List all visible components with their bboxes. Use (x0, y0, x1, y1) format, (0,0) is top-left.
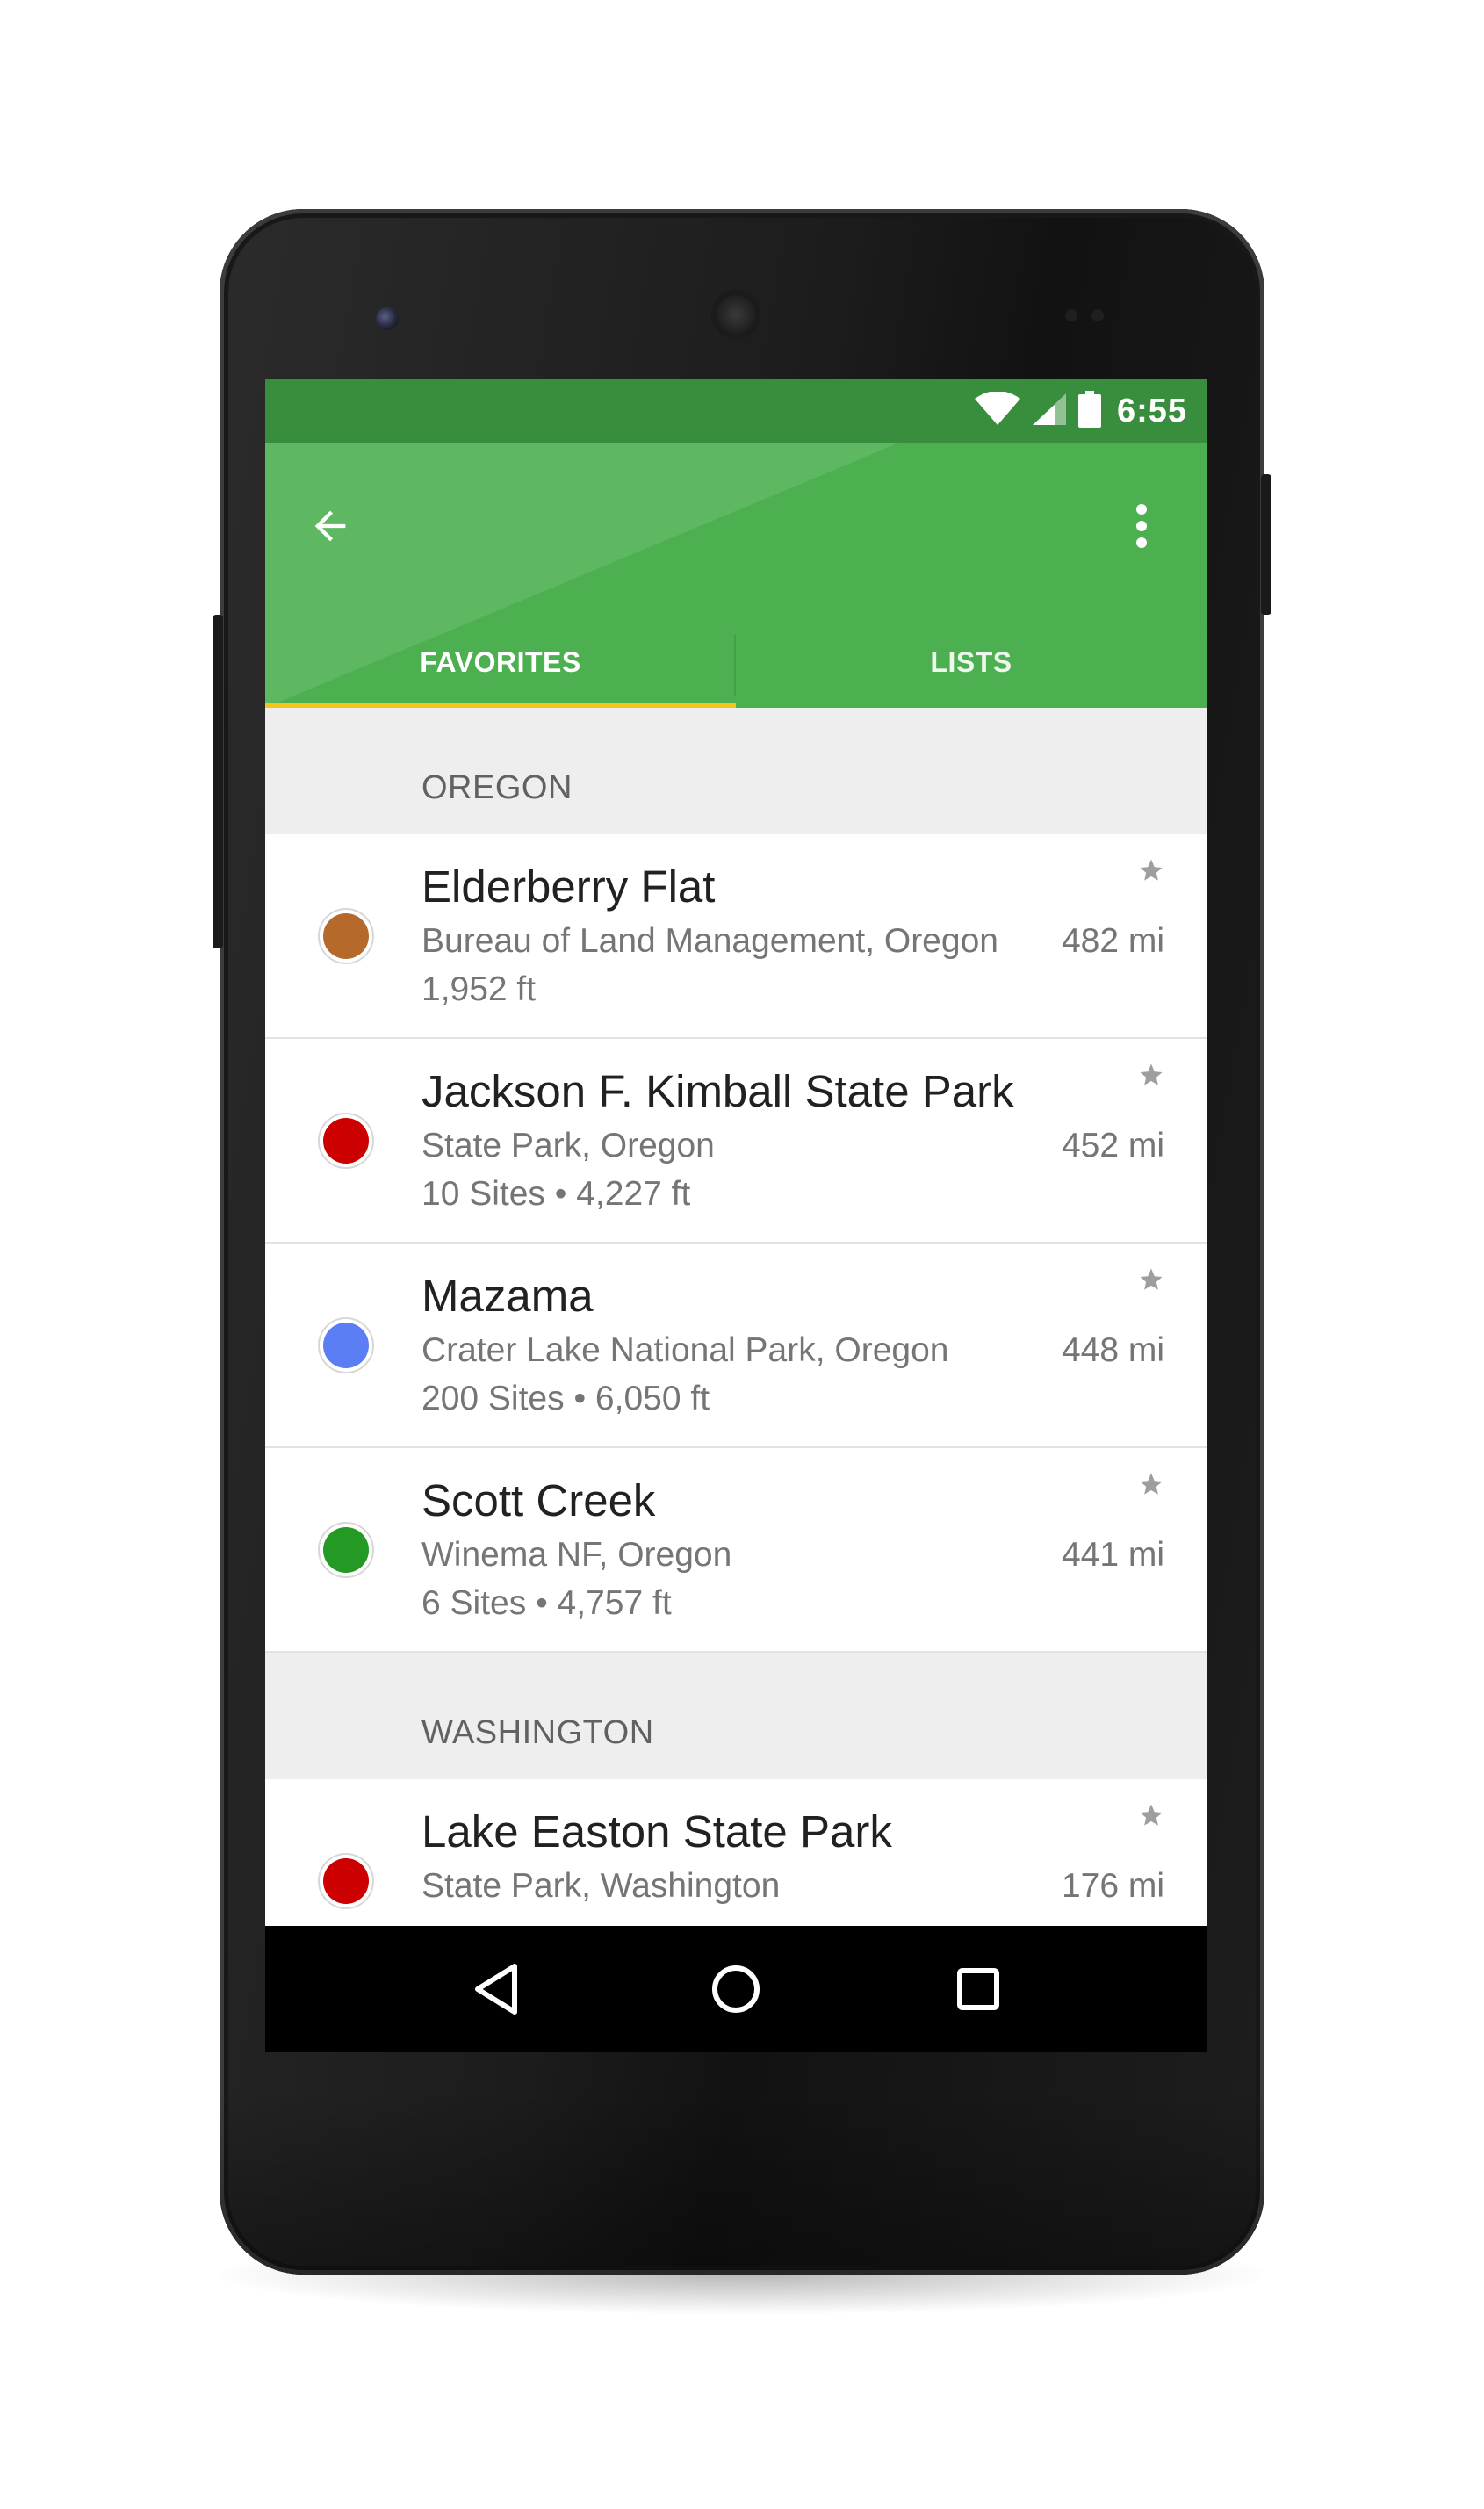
category-dot (318, 1853, 374, 1909)
category-dot-fill (323, 913, 369, 959)
more-vert-icon (1136, 504, 1147, 548)
star-icon[interactable] (1136, 1800, 1166, 1830)
nav-back-button[interactable] (465, 1957, 529, 2021)
volume-button (213, 615, 223, 948)
item-meta: 200 Sites • 6,050 ft (421, 1380, 710, 1417)
item-distance: 448 mi (1061, 1331, 1164, 1369)
section-header-washington: WASHINGTON (265, 1653, 1207, 1779)
overflow-menu-button[interactable] (1115, 500, 1168, 552)
list-item[interactable]: Elderberry Flat Bureau of Land Managemen… (265, 834, 1207, 1039)
category-dot-fill (323, 1323, 369, 1368)
power-button (1261, 474, 1271, 615)
category-dot (318, 1113, 374, 1169)
item-title: Jackson F. Kimball State Park (421, 1066, 1014, 1116)
item-distance: 452 mi (1061, 1127, 1164, 1164)
item-subtitle: State Park, Oregon (421, 1127, 715, 1164)
status-time: 6:55 (1116, 392, 1187, 429)
item-title: Scott Creek (421, 1475, 656, 1525)
item-subtitle: Crater Lake National Park, Oregon (421, 1331, 949, 1369)
section-header-oregon: OREGON (265, 708, 1207, 834)
star-icon[interactable] (1136, 1265, 1166, 1294)
tab-lists[interactable]: LISTS (736, 617, 1207, 708)
nav-home-icon (712, 1965, 760, 2013)
arrow-back-icon (314, 510, 346, 542)
star-icon[interactable] (1136, 855, 1166, 885)
category-dot-fill (323, 1858, 369, 1904)
nav-home-button[interactable] (704, 1957, 767, 2021)
nav-back-icon (475, 1964, 517, 2015)
item-distance: 482 mi (1061, 922, 1164, 960)
wifi-icon (974, 390, 1020, 431)
category-dot-fill (323, 1118, 369, 1164)
list-item[interactable]: Jackson F. Kimball State Park State Park… (265, 1039, 1207, 1244)
item-subtitle: State Park, Washington (421, 1867, 781, 1905)
section-header-label: OREGON (421, 769, 573, 806)
status-bar: 6:55 (265, 379, 1207, 443)
front-camera (376, 307, 399, 330)
category-dot (318, 1317, 374, 1373)
star-icon[interactable] (1136, 1469, 1166, 1499)
favorites-list: OREGON Elderberry Flat Bureau of Land Ma… (265, 708, 1207, 1984)
section-header-label: WASHINGTON (421, 1714, 654, 1751)
tab-favorites[interactable]: FAVORITES (265, 617, 736, 708)
item-title: Mazama (421, 1271, 594, 1321)
item-title: Elderberry Flat (421, 862, 716, 912)
nav-recents-icon (957, 1968, 999, 2010)
category-dot (318, 1522, 374, 1578)
light-sensor (1091, 309, 1104, 321)
nav-recents-button[interactable] (947, 1957, 1010, 2021)
proximity-sensor (1065, 309, 1077, 321)
list-item[interactable]: Scott Creek Winema NF, Oregon 6 Sites • … (265, 1448, 1207, 1653)
item-distance: 441 mi (1061, 1536, 1164, 1574)
item-distance: 176 mi (1061, 1867, 1164, 1905)
list-item[interactable]: Mazama Crater Lake National Park, Oregon… (265, 1244, 1207, 1448)
star-icon[interactable] (1136, 1060, 1166, 1090)
screen: 6:55 FAVORITES LISTS OREGON Elderberry F… (265, 379, 1207, 2052)
item-title: Lake Easton State Park (421, 1806, 892, 1857)
item-subtitle: Winema NF, Oregon (421, 1536, 732, 1574)
category-dot (318, 908, 374, 964)
app-bar: FAVORITES LISTS (265, 443, 1207, 708)
item-subtitle: Bureau of Land Management, Oregon (421, 922, 998, 960)
item-meta: 1,952 ft (421, 970, 537, 1008)
navigation-bar (265, 1926, 1207, 2052)
category-dot-fill (323, 1527, 369, 1573)
item-meta: 6 Sites • 4,757 ft (421, 1584, 672, 1622)
battery-icon (1077, 390, 1101, 432)
earpiece-speaker (711, 290, 760, 339)
cell-signal-icon (1031, 392, 1068, 431)
back-button[interactable] (304, 500, 357, 552)
item-meta: 10 Sites • 4,227 ft (421, 1175, 691, 1213)
